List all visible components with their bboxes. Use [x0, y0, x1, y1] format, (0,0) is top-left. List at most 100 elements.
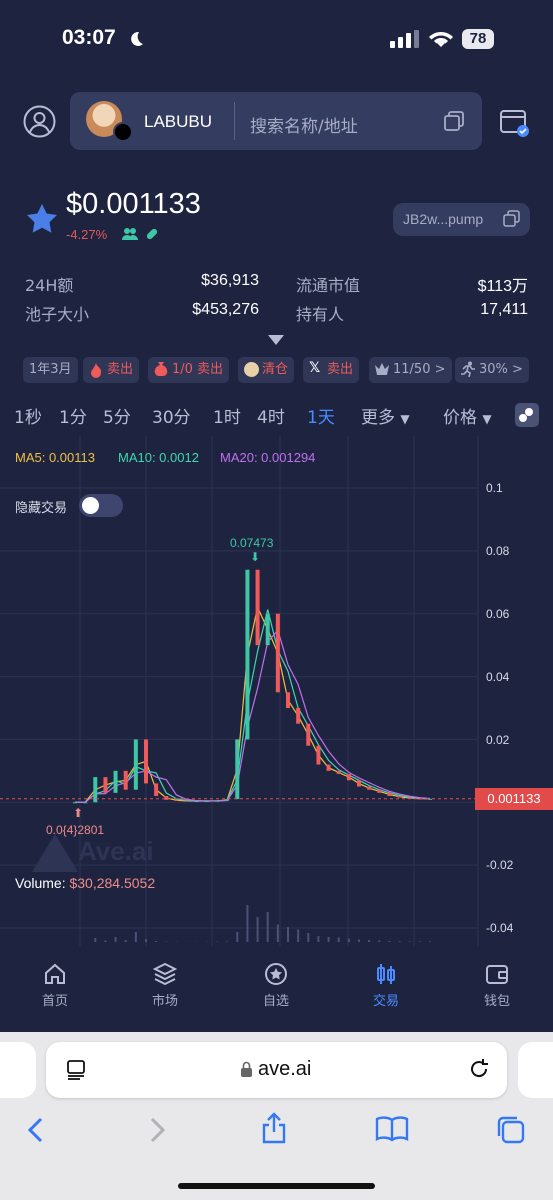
volume-bar: [429, 941, 431, 942]
candle: [265, 613, 270, 646]
watermark-logo-icon: [32, 834, 78, 872]
lock-icon: [241, 1061, 252, 1077]
candle: [184, 800, 189, 802]
reload-icon[interactable]: [468, 1058, 490, 1080]
volume-bar: [94, 938, 97, 942]
high-price-label: 0.07473: [230, 536, 274, 550]
copy-address-icon[interactable]: [503, 210, 520, 227]
volume-bar: [378, 940, 381, 942]
nav-trade-label: 交易: [372, 994, 399, 1009]
interval-5m[interactable]: 5分: [103, 403, 131, 428]
moon-icon: [131, 31, 143, 46]
search-placeholder[interactable]: 搜索名称/地址: [250, 112, 358, 137]
crown-icon: [375, 363, 389, 375]
interval-1d[interactable]: 1天: [307, 403, 335, 428]
money-bag-icon: [154, 362, 168, 376]
volume-readout-label: Volume:: [15, 875, 70, 891]
interval-1h[interactable]: 1时: [213, 403, 241, 428]
tag-age: 1年3月: [23, 357, 78, 383]
chevron-down-icon: ▼: [400, 412, 410, 426]
volume-bar: [124, 940, 127, 942]
nav-wallet-label: 钱包: [483, 994, 510, 1009]
solana-icon: [113, 122, 133, 142]
hide-trades-toggle[interactable]: [79, 494, 123, 517]
holders-icon: [122, 228, 138, 240]
volume-value: $36,913: [201, 272, 259, 289]
nav-home[interactable]: 首页: [15, 962, 95, 1009]
high-arrow-icon: ⬇: [250, 550, 261, 564]
signal-icon: [390, 30, 419, 48]
back-icon[interactable]: [26, 1117, 46, 1143]
tag-runner-label: 30% >: [479, 362, 523, 377]
y-tick: 0.02: [486, 733, 510, 747]
battery-indicator: 78: [462, 29, 494, 49]
candle: [204, 801, 209, 803]
forward-icon[interactable]: [147, 1117, 167, 1143]
candle: [357, 780, 361, 787]
y-tick: 0.08: [486, 544, 510, 558]
volume-bar: [114, 937, 117, 942]
url-text[interactable]: ave.ai: [258, 1058, 311, 1081]
volume-bar: [358, 939, 360, 942]
candle: [154, 783, 159, 796]
nav-trade[interactable]: 交易: [346, 962, 426, 1009]
share-icon[interactable]: [260, 1112, 288, 1144]
dots-icon: [519, 408, 533, 422]
volume-bar: [266, 912, 269, 942]
tabs-icon[interactable]: [495, 1114, 527, 1146]
price-mode-label: 价格: [443, 408, 477, 428]
volume-bar: [276, 924, 279, 942]
favorite-star-icon[interactable]: [25, 202, 59, 236]
interval-1s[interactable]: 1秒: [14, 403, 42, 428]
reader-icon[interactable]: [66, 1059, 88, 1081]
nav-watchlist[interactable]: 自选: [236, 962, 316, 1009]
wallet-connect-icon[interactable]: [498, 106, 530, 138]
volume-bar: [388, 941, 391, 942]
nav-market-label: 市场: [151, 994, 178, 1009]
candle: [144, 739, 148, 784]
contract-address: JB2w...pump: [403, 211, 484, 227]
more-dropdown[interactable]: 更多 ▼: [361, 403, 410, 428]
candle: [336, 770, 341, 774]
layers-icon: [152, 962, 178, 986]
market-cap-value: $113万: [477, 278, 528, 295]
y-tick: 0.06: [486, 607, 510, 621]
candle: [387, 792, 392, 796]
candle: [255, 569, 260, 646]
volume-bar: [418, 941, 421, 942]
candle: [306, 723, 311, 746]
volume-bar: [246, 905, 249, 942]
holders-label: 持有人: [296, 305, 345, 324]
candle: [194, 801, 199, 803]
copy-icon[interactable]: [443, 110, 465, 132]
next-tab-preview[interactable]: [518, 1042, 553, 1098]
interval-30m[interactable]: 30分: [152, 403, 191, 428]
volume-bar: [134, 932, 137, 942]
user-icon[interactable]: [23, 105, 56, 138]
volume-bar: [226, 941, 229, 942]
status-time: 03:07: [62, 26, 116, 49]
nav-home-label: 首页: [41, 994, 68, 1009]
interval-4h[interactable]: 4时: [257, 403, 285, 428]
candle: [296, 708, 301, 724]
flame-icon: [91, 363, 102, 378]
token-name: LABUBU: [144, 112, 213, 131]
price-dropdown[interactable]: 价格 ▼: [443, 403, 492, 428]
tag-clear-label: 清仓: [262, 362, 289, 377]
candle: [377, 789, 382, 793]
expand-icon[interactable]: [266, 334, 286, 346]
nav-market[interactable]: 市场: [125, 962, 205, 1009]
price-change: -4.27%: [66, 227, 108, 242]
pool-size-label: 池子大小: [25, 305, 90, 324]
volume-bar: [347, 938, 350, 942]
previous-tab-preview[interactable]: [0, 1042, 36, 1098]
candle: [346, 774, 351, 781]
market-cap-label: 流通市值: [296, 276, 361, 295]
star-icon: [265, 963, 287, 985]
volume-bar: [368, 940, 371, 942]
candle: [275, 613, 280, 693]
bookmarks-icon[interactable]: [375, 1115, 409, 1143]
volume-bar: [155, 941, 158, 942]
nav-wallet[interactable]: 钱包: [457, 962, 537, 1009]
interval-1m[interactable]: 1分: [59, 403, 87, 428]
